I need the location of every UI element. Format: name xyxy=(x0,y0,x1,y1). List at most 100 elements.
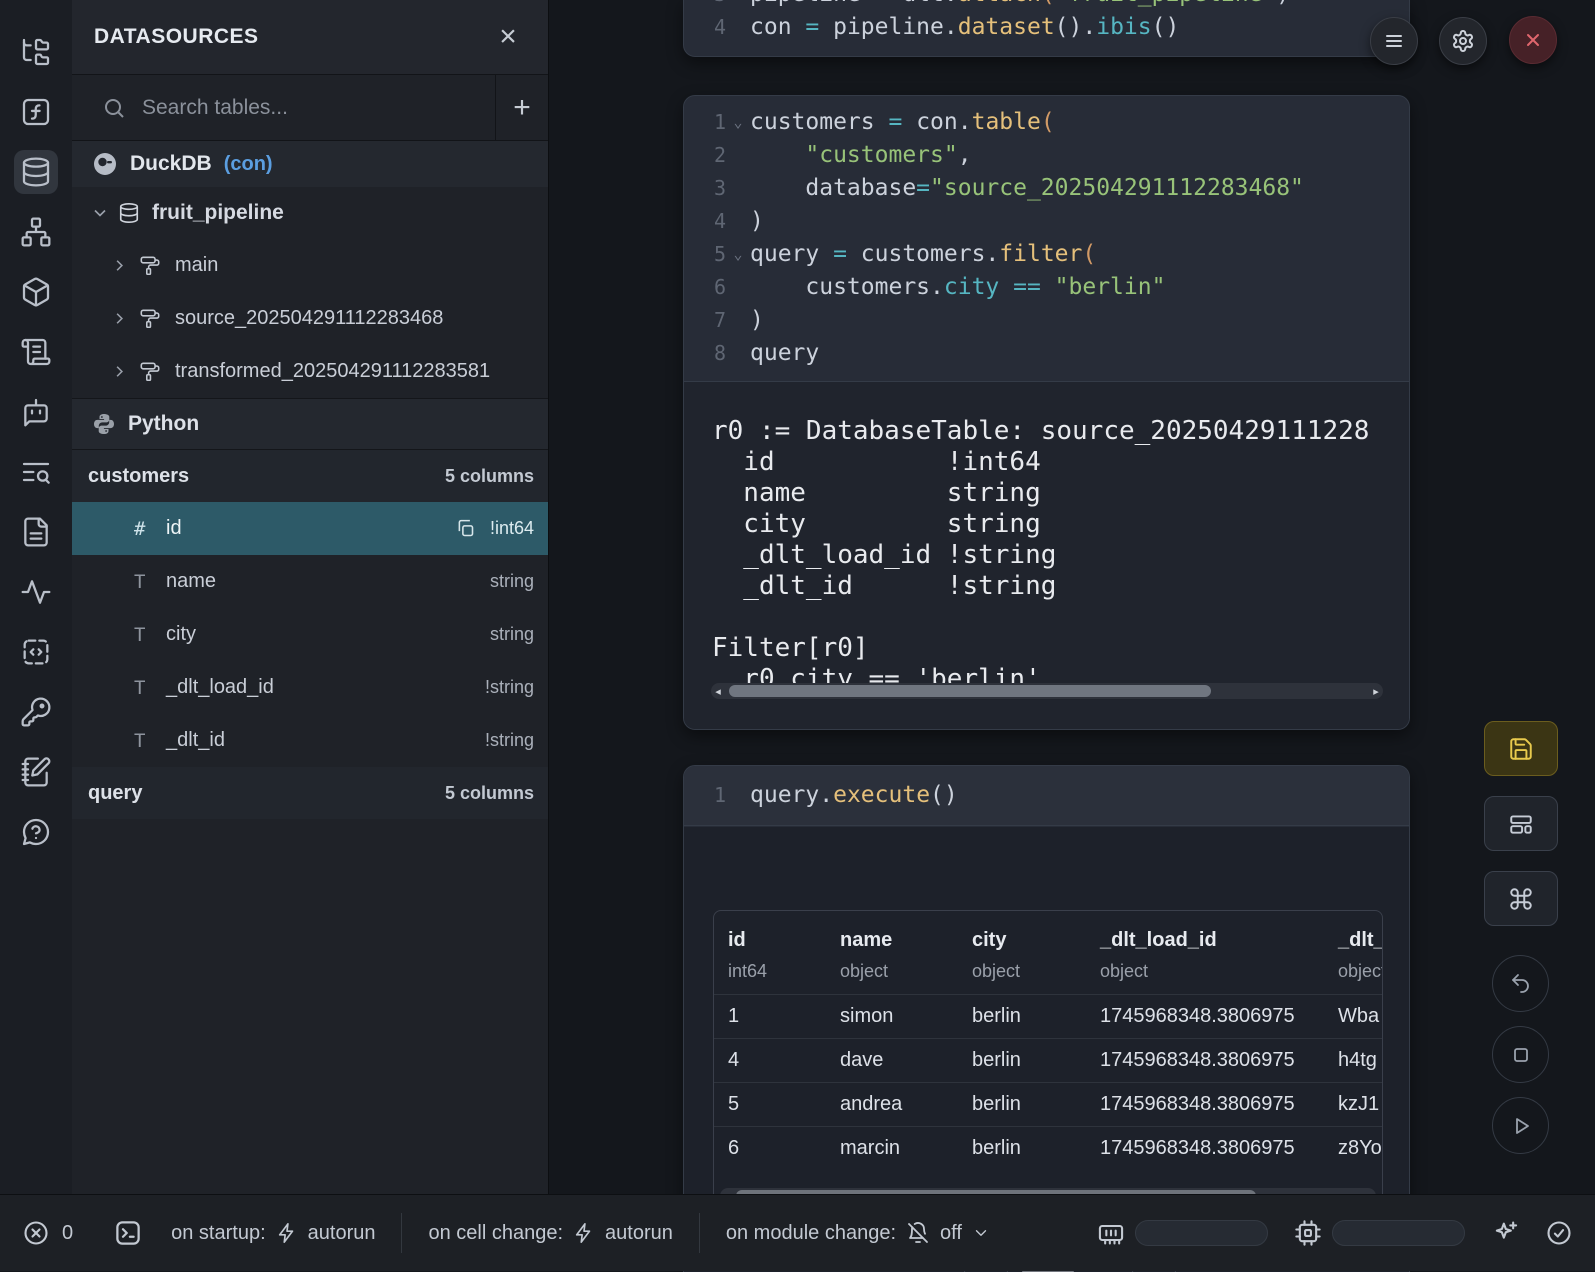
rail-item-file-tree[interactable] xyxy=(14,30,58,74)
scroll-text-icon xyxy=(20,336,52,368)
stop-button[interactable] xyxy=(1492,1026,1549,1083)
table-cell: marcin xyxy=(840,1137,972,1160)
on-startup-setting[interactable]: on startup: autorun xyxy=(171,1222,375,1245)
fold-gutter xyxy=(726,304,750,337)
rail-item-database[interactable] xyxy=(14,150,58,194)
bot-message-icon xyxy=(20,396,52,428)
shutdown-button[interactable] xyxy=(1509,16,1557,64)
column-type: string xyxy=(490,624,534,645)
scroll-left-arrow[interactable]: ◂ xyxy=(711,683,725,699)
column-header-_dlt_id[interactable]: _dlt_idobject xyxy=(1338,929,1383,994)
table-cell: berlin xyxy=(972,1005,1100,1028)
copy-icon[interactable] xyxy=(455,518,476,539)
activity-rail xyxy=(0,0,72,1194)
add-table-button[interactable]: + xyxy=(495,75,548,140)
column-header-id[interactable]: idint64 xyxy=(728,929,840,994)
column-row-id[interactable]: #id!int64 xyxy=(72,502,548,555)
code-line: 7) xyxy=(698,304,1409,337)
rail-item-code-square[interactable] xyxy=(14,630,58,674)
run-button[interactable] xyxy=(1492,1097,1549,1154)
schema-row-main[interactable]: main xyxy=(72,239,548,292)
close-icon[interactable]: × xyxy=(490,19,526,55)
activity-icon xyxy=(20,576,52,608)
scroll-right-arrow[interactable]: ▸ xyxy=(1369,683,1383,699)
table-cell: 5 xyxy=(728,1093,840,1116)
column-row-_dlt_load_id[interactable]: T_dlt_load_id!string xyxy=(72,661,548,714)
fold-chevron-icon[interactable]: ⌄ xyxy=(726,238,750,271)
table-meta: 5 columns xyxy=(445,466,534,487)
column-type: !string xyxy=(485,677,534,698)
schema-list: mainsource_202504291112283468transformed… xyxy=(72,239,548,398)
rail-item-bot-message[interactable] xyxy=(14,390,58,434)
schema-row-transformed_202504291112283581[interactable]: transformed_202504291112283581 xyxy=(72,345,548,398)
code-line: 3 database="source_202504291112283468" xyxy=(698,172,1409,205)
table-header-customers[interactable]: customers 5 columns xyxy=(72,450,548,502)
schema-icon xyxy=(139,361,161,383)
connection-row[interactable]: DuckDB (con) xyxy=(72,141,548,187)
rail-item-notebook-pen[interactable] xyxy=(14,750,58,794)
column-row-_dlt_id[interactable]: T_dlt_id!string xyxy=(72,714,548,767)
rail-item-network[interactable] xyxy=(14,210,58,254)
errors-indicator[interactable]: 0 xyxy=(22,1219,73,1247)
fold-gutter xyxy=(726,337,750,370)
rail-item-function-square[interactable] xyxy=(14,90,58,134)
python-section-label: Python xyxy=(128,412,199,436)
fold-gutter xyxy=(726,779,750,812)
undo-button[interactable] xyxy=(1492,955,1549,1012)
column-name: city xyxy=(166,623,196,646)
column-header-city[interactable]: cityobject xyxy=(972,929,1100,994)
code-editor[interactable]: 1 query.execute() xyxy=(684,766,1409,826)
column-header-name[interactable]: nameobject xyxy=(840,929,972,994)
column-dtype: int64 xyxy=(728,961,840,982)
table-cell: berlin xyxy=(972,1137,1100,1160)
rail-item-help-bubble[interactable] xyxy=(14,810,58,854)
rail-item-key-round[interactable] xyxy=(14,690,58,734)
fold-chevron-icon[interactable]: ⌄ xyxy=(726,106,750,139)
on-cell-change-setting[interactable]: on cell change: autorun xyxy=(428,1222,672,1245)
line-number: 3 xyxy=(698,172,726,205)
rail-item-file-text[interactable] xyxy=(14,510,58,554)
cell-menu-button[interactable] xyxy=(1370,17,1418,65)
layout-button[interactable] xyxy=(1484,796,1558,851)
cpu-icon xyxy=(1294,1219,1322,1247)
help-bubble-icon xyxy=(20,816,52,848)
connected-check-icon[interactable] xyxy=(1545,1219,1573,1247)
schema-icon xyxy=(139,308,161,330)
table-header-query[interactable]: query 5 columns xyxy=(72,767,548,819)
text-type-icon: T xyxy=(134,571,158,593)
settings-button[interactable] xyxy=(1439,17,1487,65)
line-number: 4 xyxy=(698,11,726,44)
rail-item-scroll-text[interactable] xyxy=(14,330,58,374)
column-type: !string xyxy=(485,730,534,751)
scrollbar-thumb[interactable] xyxy=(729,685,1211,697)
python-section-row[interactable]: Python xyxy=(72,398,548,450)
column-dtype: object xyxy=(1100,961,1338,982)
column-row-name[interactable]: Tnamestring xyxy=(72,555,548,608)
code-editor[interactable]: 1⌄customers = con.table(2 "customers",3 … xyxy=(684,96,1409,370)
setting-label: on startup: xyxy=(171,1222,266,1245)
rail-item-activity[interactable] xyxy=(14,570,58,614)
column-row-city[interactable]: Tcitystring xyxy=(72,608,548,661)
ai-sparkles-icon[interactable] xyxy=(1491,1219,1519,1247)
code-editor[interactable]: 3pipeline = dlt.attach("fruit_pipeline")… xyxy=(684,0,1409,44)
command-palette-button[interactable] xyxy=(1484,871,1558,926)
database-row[interactable]: fruit_pipeline xyxy=(72,187,548,239)
table-row: 6marcinberlin1745968348.3806975z8Yo xyxy=(714,1126,1382,1170)
cpu-meter xyxy=(1294,1219,1465,1247)
rail-item-text-search[interactable] xyxy=(14,450,58,494)
code-text: query.execute() xyxy=(750,779,1409,812)
save-button[interactable] xyxy=(1484,721,1558,776)
schema-row-source_202504291112283468[interactable]: source_202504291112283468 xyxy=(72,292,548,345)
search-input[interactable] xyxy=(142,96,477,120)
line-number: 1 xyxy=(698,779,726,812)
column-header-_dlt_load_id[interactable]: _dlt_load_idobject xyxy=(1100,929,1338,994)
circle-x-icon xyxy=(22,1219,50,1247)
setting-label: on module change: xyxy=(726,1222,896,1245)
table-cell: simon xyxy=(840,1005,972,1028)
code-text: "customers", xyxy=(750,139,1409,172)
rail-item-package[interactable] xyxy=(14,270,58,314)
package-icon xyxy=(20,276,52,308)
cpu-usage-bar xyxy=(1332,1220,1465,1246)
terminal-button[interactable] xyxy=(113,1218,143,1248)
on-module-change-setting[interactable]: on module change: off xyxy=(726,1221,990,1245)
